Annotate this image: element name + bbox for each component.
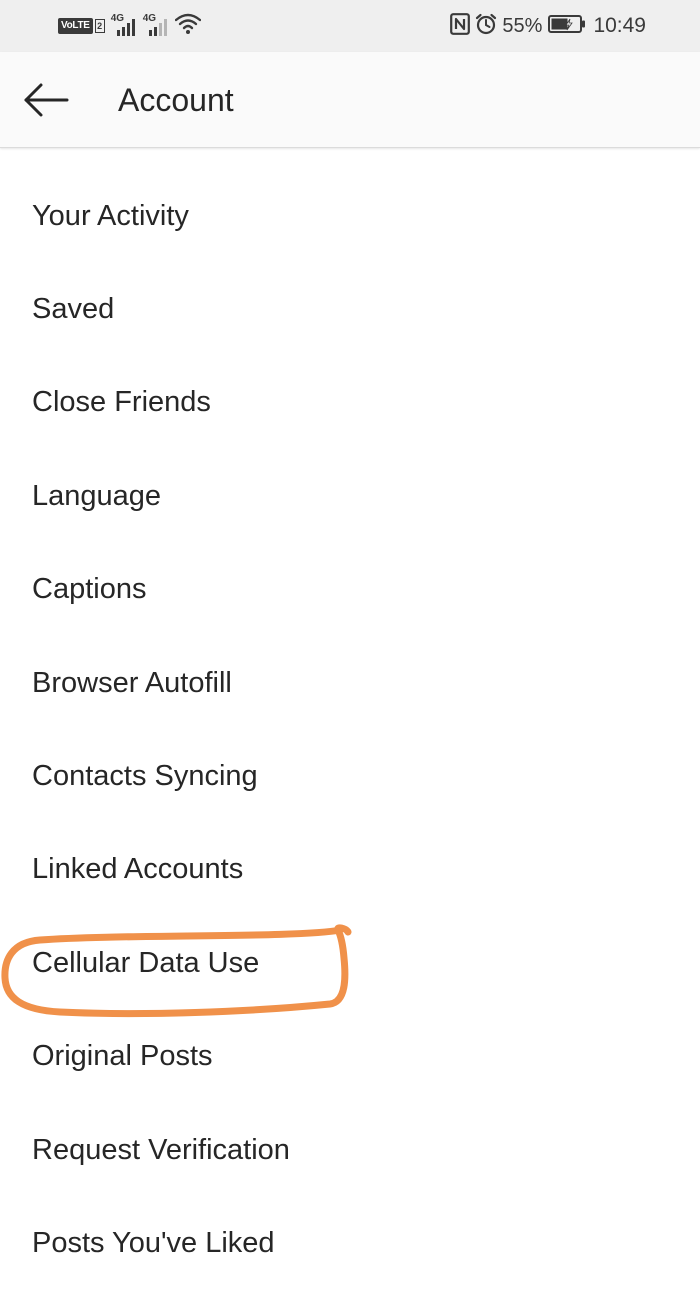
menu-item-browser-autofill[interactable]: Browser Autofill xyxy=(0,636,700,729)
menu-item-label: Linked Accounts xyxy=(32,853,244,886)
page-title: Account xyxy=(118,82,234,118)
status-bar-right: 55% 10:49 xyxy=(450,12,646,40)
battery-percent: 55% xyxy=(502,15,543,37)
menu-item-your-activity[interactable]: Your Activity xyxy=(0,169,700,262)
menu-item-label: Browser Autofill xyxy=(32,666,232,699)
menu-item-label: Language xyxy=(32,479,162,512)
menu-item-cellular-data-use[interactable]: Cellular Data Use xyxy=(0,916,700,1009)
alarm-icon xyxy=(475,13,497,40)
menu-item-label: Contacts Syncing xyxy=(32,760,258,793)
menu-item-label: Close Friends xyxy=(32,386,211,419)
signal-icon: 4G xyxy=(111,14,137,38)
menu-item-contacts-syncing[interactable]: Contacts Syncing xyxy=(0,729,700,822)
menu-item-label: Posts You've Liked xyxy=(32,1226,275,1259)
menu-item-label: Request Verification xyxy=(32,1133,290,1166)
sim-number: 2 xyxy=(94,19,105,33)
menu-item-posts-youve-liked[interactable]: Posts You've Liked xyxy=(0,1196,700,1289)
signal-icon: 4G xyxy=(143,14,169,38)
menu-item-label: Cellular Data Use xyxy=(32,946,260,979)
menu-item-close-friends[interactable]: Close Friends xyxy=(0,356,700,449)
status-bar: VoLTE 2 4G 4G 55% 10:49 xyxy=(0,0,700,52)
back-button[interactable] xyxy=(22,78,70,122)
app-header: Account xyxy=(0,52,700,148)
menu-item-label: Captions xyxy=(32,573,147,606)
menu-item-language[interactable]: Language xyxy=(0,449,700,542)
menu-item-request-verification[interactable]: Request Verification xyxy=(0,1103,700,1196)
menu-item-label: Original Posts xyxy=(32,1040,213,1073)
battery-icon xyxy=(548,14,586,38)
menu-item-label: Saved xyxy=(32,293,115,326)
nfc-icon xyxy=(450,12,471,40)
menu-item-linked-accounts[interactable]: Linked Accounts xyxy=(0,823,700,916)
account-settings-list: Your Activity Saved Close Friends Langua… xyxy=(0,169,700,1290)
status-bar-left: VoLTE 2 4G 4G xyxy=(58,12,201,40)
menu-item-original-posts[interactable]: Original Posts xyxy=(0,1010,700,1103)
menu-item-captions[interactable]: Captions xyxy=(0,543,700,636)
clock: 10:49 xyxy=(593,14,646,37)
arrow-left-icon xyxy=(24,83,69,117)
menu-item-label: Your Activity xyxy=(32,199,189,232)
wifi-icon xyxy=(174,13,201,40)
volte-icon: VoLTE xyxy=(58,18,93,34)
menu-item-saved[interactable]: Saved xyxy=(0,262,700,355)
